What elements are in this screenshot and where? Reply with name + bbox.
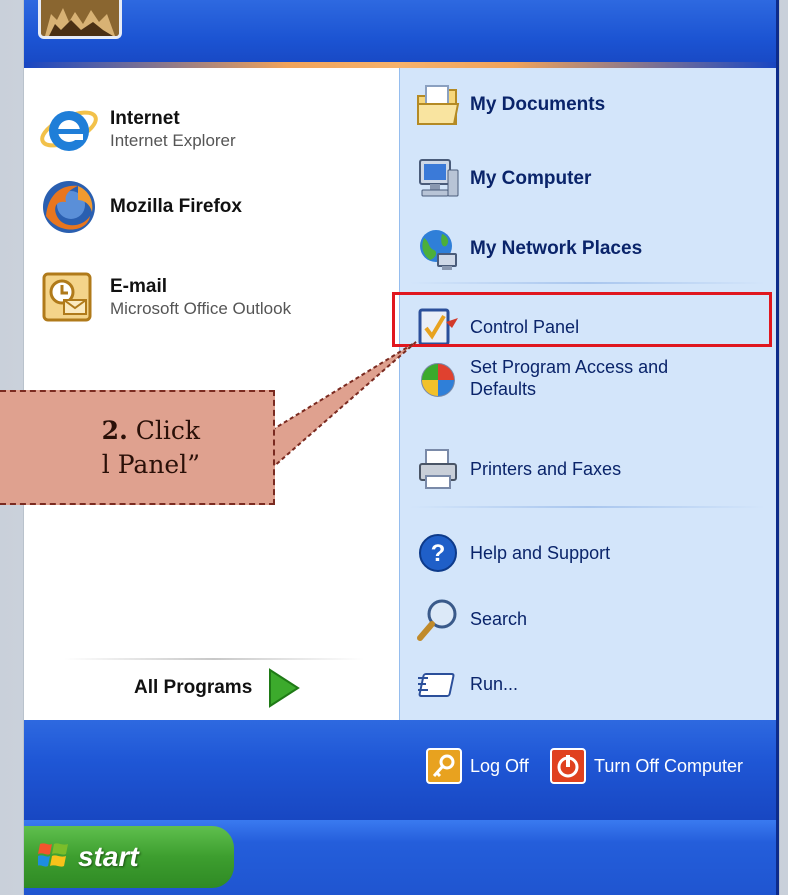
callout-line2-text: l Panel” [101, 449, 200, 479]
callout-line1-text: Click [127, 416, 200, 445]
callout-box: 2. Click l Panel” [0, 390, 275, 505]
callout-step-number: 2. [101, 416, 128, 445]
callout-text: 2. Click l Panel” [0, 414, 200, 482]
